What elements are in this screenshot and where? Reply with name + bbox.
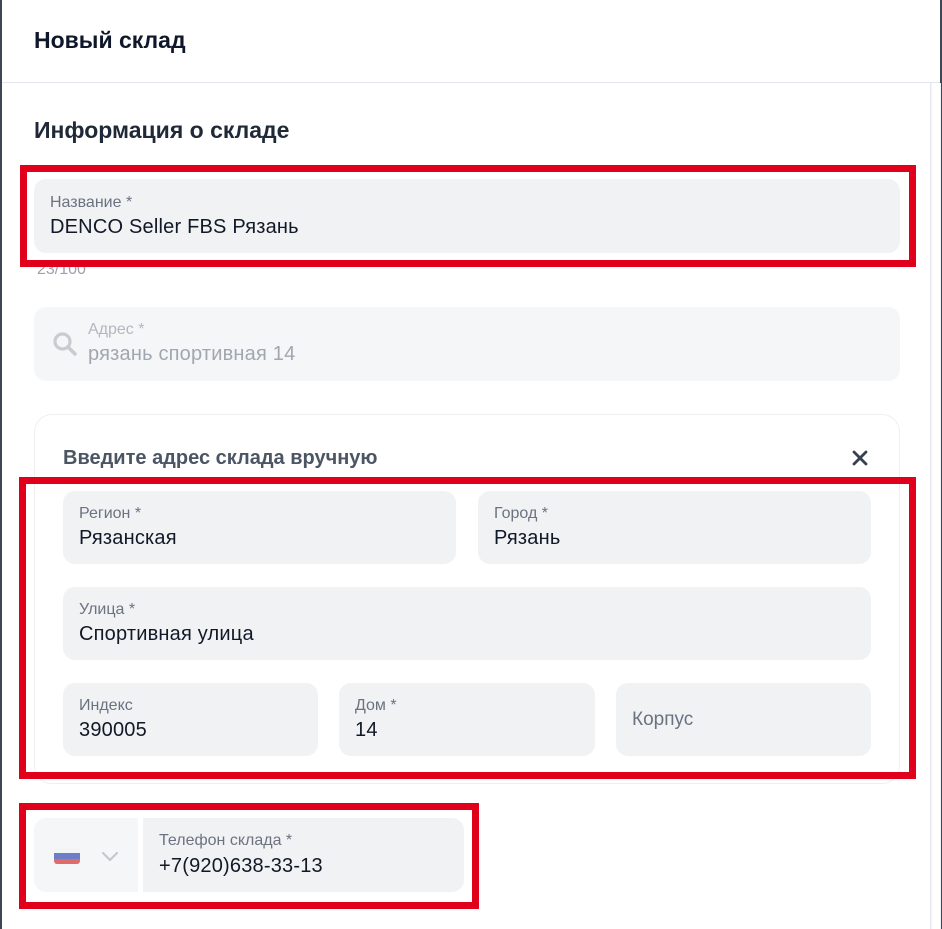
address-field-value: рязань спортивная 14 xyxy=(88,343,296,365)
modal-header: Новый склад xyxy=(2,0,940,83)
scrollbar-thumb[interactable] xyxy=(932,83,940,929)
modal-title: Новый склад xyxy=(34,27,186,53)
close-icon[interactable] xyxy=(848,446,872,470)
highlight-name-field xyxy=(20,165,916,267)
highlight-phone-field xyxy=(19,803,479,909)
highlight-address-fields xyxy=(19,477,916,779)
search-icon xyxy=(53,332,77,356)
manual-address-title: Введите адрес склада вручную xyxy=(63,447,378,469)
section-title: Информация о складе xyxy=(34,117,290,143)
address-field[interactable]: Адрес * рязань спортивная 14 xyxy=(34,307,900,381)
address-field-label: Адрес * xyxy=(88,321,145,338)
window-border-left xyxy=(0,0,2,929)
scrollbar[interactable] xyxy=(930,83,941,929)
